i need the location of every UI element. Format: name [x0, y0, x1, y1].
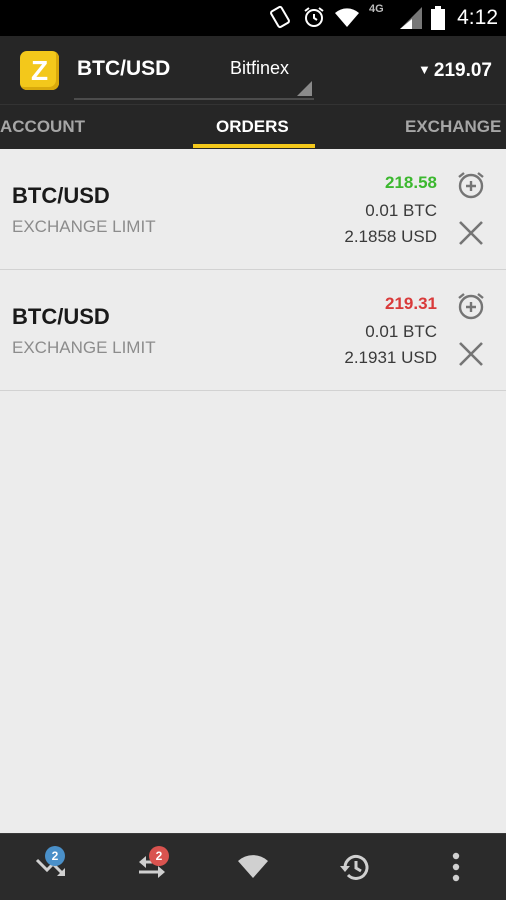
- active-tab-indicator: [193, 144, 315, 148]
- dropdown-corner-icon: [297, 81, 312, 96]
- order-price: 219.31: [385, 294, 437, 313]
- history-icon: [339, 854, 368, 880]
- last-price-value: 219.07: [433, 60, 492, 81]
- tab-orders[interactable]: ORDERS: [216, 105, 289, 149]
- order-type: EXCHANGE LIMIT: [12, 217, 156, 236]
- status-bar: 4G 4:12: [0, 0, 506, 36]
- order-price: 218.58: [385, 173, 437, 192]
- transfers-badge: 2: [149, 846, 169, 866]
- trends-badge: 2: [45, 846, 65, 866]
- order-total: 2.1858 USD: [344, 227, 437, 246]
- order-list: BTC/USD EXCHANGE LIMIT 218.58 0.01 BTC 2…: [0, 149, 506, 391]
- nav-transfers-button[interactable]: 2: [101, 834, 202, 900]
- signal-icon: [400, 7, 422, 29]
- tab-bar: ACCOUNT ORDERS EXCHANGE: [0, 104, 506, 149]
- nav-connection-button[interactable]: [202, 834, 303, 900]
- nav-trends-button[interactable]: 2: [0, 834, 101, 900]
- nav-history-button[interactable]: [303, 834, 404, 900]
- order-amount: 0.01 BTC: [365, 201, 437, 220]
- more-vert-icon: [452, 852, 459, 882]
- nav-more-button[interactable]: [405, 834, 506, 900]
- order-type: EXCHANGE LIMIT: [12, 338, 156, 357]
- price-down-icon: ▼: [418, 62, 431, 77]
- last-price: ▼ 219.07: [418, 60, 492, 82]
- cancel-order-icon[interactable]: [457, 219, 485, 247]
- pair-title: BTC/USD: [77, 57, 171, 80]
- tab-exchange[interactable]: EXCHANGE: [405, 105, 501, 149]
- app-logo[interactable]: Z: [20, 51, 59, 90]
- list-item[interactable]: BTC/USD EXCHANGE LIMIT 218.58 0.01 BTC 2…: [0, 149, 506, 270]
- add-alarm-icon[interactable]: [455, 290, 487, 322]
- status-time: 4:12: [457, 6, 498, 29]
- order-pair: BTC/USD: [12, 183, 110, 208]
- wifi-icon: [237, 855, 268, 878]
- app-bar: Z Bitfinex BTC/USD ▼ 219.07: [0, 36, 506, 104]
- order-total: 2.1931 USD: [344, 348, 437, 367]
- cancel-order-icon[interactable]: [457, 340, 485, 368]
- battery-icon: [431, 6, 445, 30]
- list-item[interactable]: BTC/USD EXCHANGE LIMIT 219.31 0.01 BTC 2…: [0, 270, 506, 391]
- order-pair: BTC/USD: [12, 304, 110, 329]
- vibrate-icon: [270, 5, 290, 29]
- wifi-icon: [335, 8, 359, 27]
- alarm-icon: [304, 7, 324, 27]
- add-alarm-icon[interactable]: [455, 169, 487, 201]
- exchange-select-label: Bitfinex: [230, 58, 290, 78]
- tab-account[interactable]: ACCOUNT: [0, 105, 85, 149]
- network-type-label: 4G: [369, 3, 384, 15]
- order-amount: 0.01 BTC: [365, 322, 437, 341]
- bottom-nav: 2 2: [0, 833, 506, 900]
